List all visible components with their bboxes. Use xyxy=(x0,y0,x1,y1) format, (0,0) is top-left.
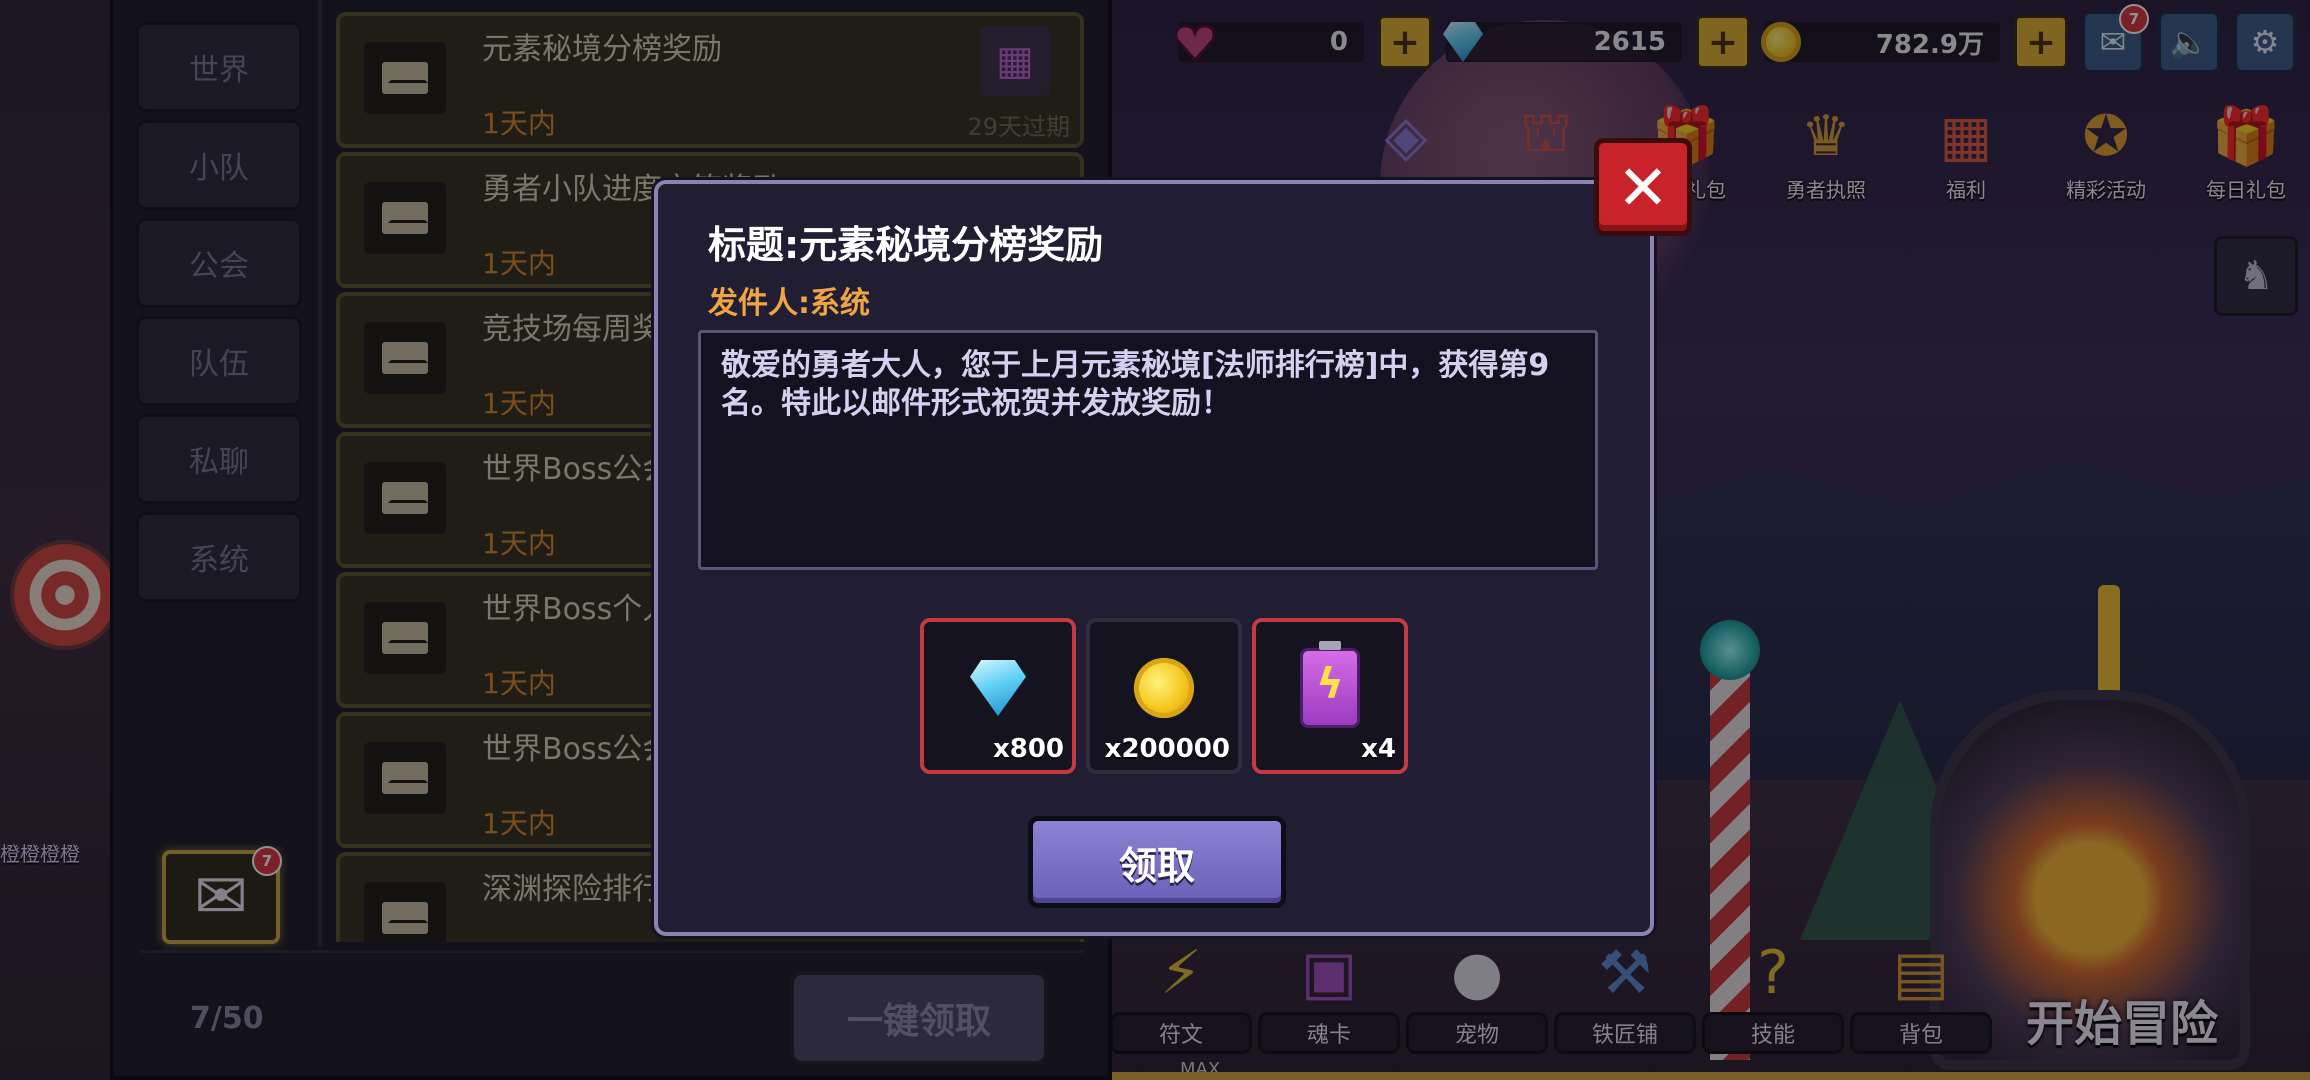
reward-gold[interactable]: x200000 xyxy=(1086,618,1242,774)
energy-battery-icon: ϟ xyxy=(1298,641,1362,728)
close-icon: ✕ xyxy=(1617,150,1669,224)
reward-quantity: x800 xyxy=(992,734,1064,764)
reward-list: x800 x200000 ϟ x4 xyxy=(920,618,1408,774)
close-button[interactable]: ✕ xyxy=(1594,138,1692,236)
mail-detail-sender: 发件人:系统 xyxy=(708,286,870,321)
claim-button[interactable]: 领取 xyxy=(1028,816,1286,908)
mail-detail-body: 敬爱的勇者大人，您于上月元素秘境[法师排行榜]中，获得第9名。特此以邮件形式祝贺… xyxy=(698,330,1598,570)
reward-energy[interactable]: ϟ x4 xyxy=(1252,618,1408,774)
reward-quantity: x200000 xyxy=(1104,734,1230,764)
gold-coin-icon xyxy=(1132,656,1196,720)
gem-icon xyxy=(966,656,1030,720)
reward-gem[interactable]: x800 xyxy=(920,618,1076,774)
mail-detail-title: 标题:元素秘境分榜奖励 xyxy=(708,223,1104,267)
mail-detail-dialog: 标题:元素秘境分榜奖励 发件人:系统 敬爱的勇者大人，您于上月元素秘境[法师排行… xyxy=(654,180,1654,936)
reward-quantity: x4 xyxy=(1361,734,1396,764)
